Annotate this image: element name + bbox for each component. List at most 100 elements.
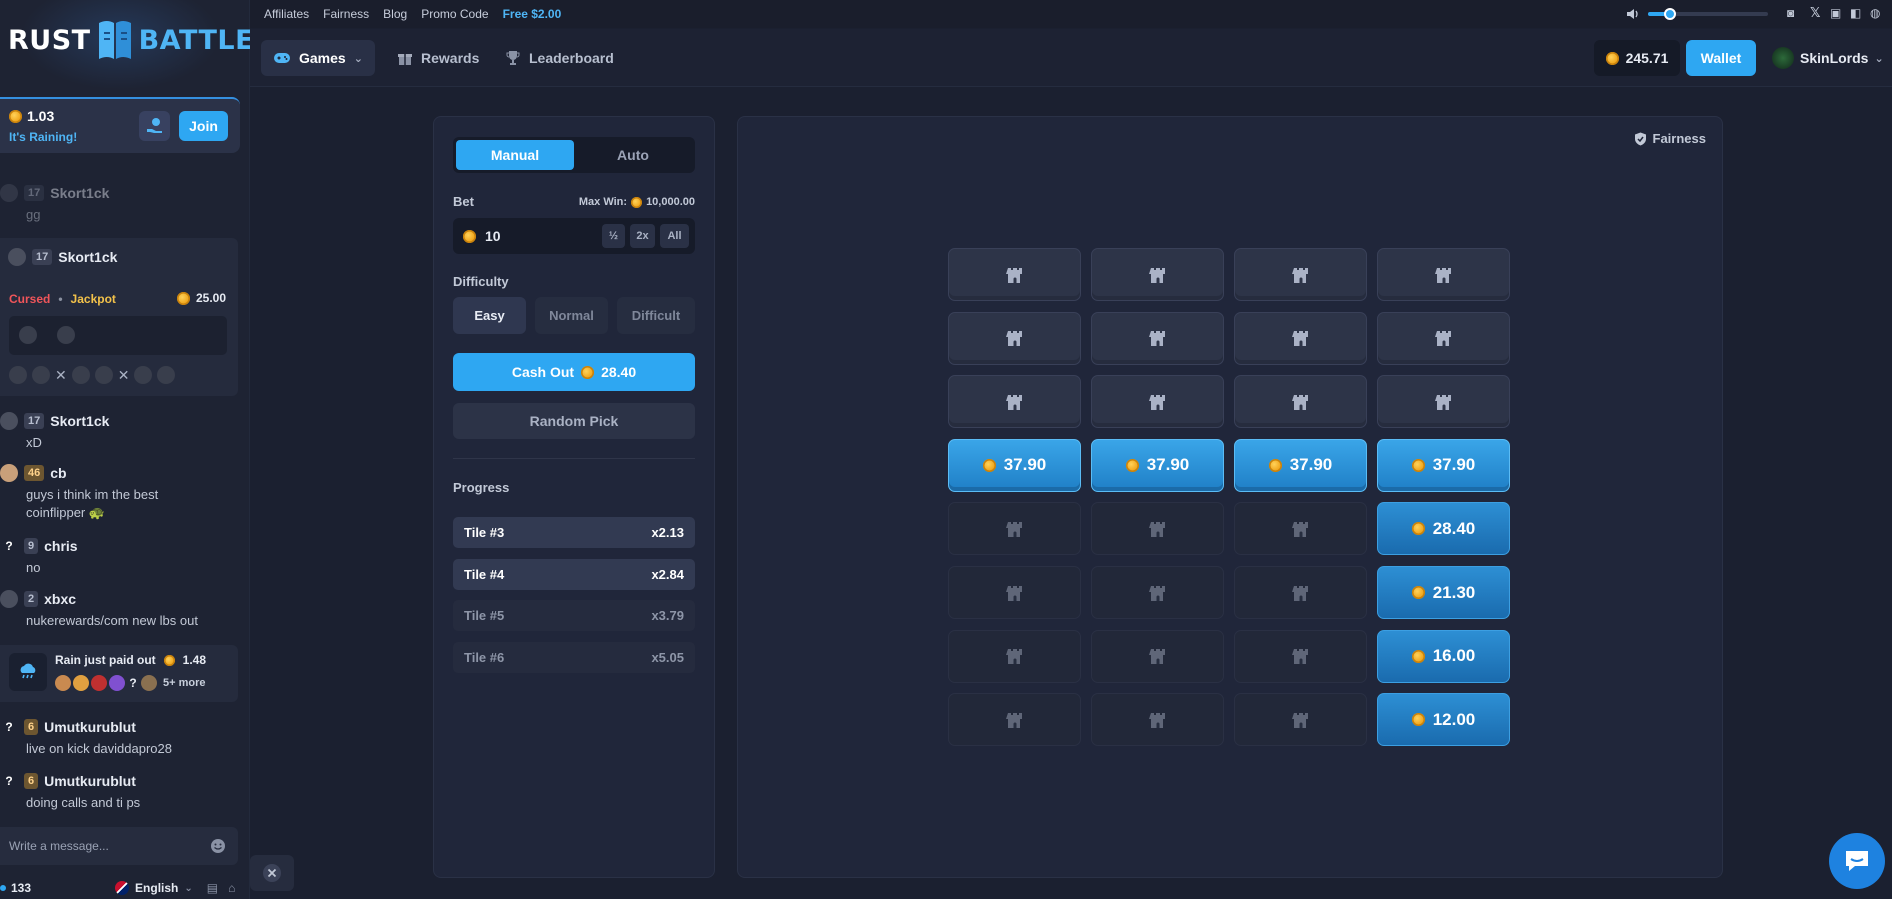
volume-slider-handle[interactable]	[1664, 8, 1676, 20]
emoji-icon[interactable]	[210, 838, 226, 857]
tower-tile: 28.40	[1377, 502, 1510, 556]
avatar[interactable]	[8, 248, 26, 266]
tower-tile[interactable]	[1091, 248, 1224, 301]
promo-code-link[interactable]: Promo Code	[421, 7, 488, 21]
tower-tile: 21.30	[1377, 566, 1510, 619]
tower-tile[interactable]	[948, 248, 1081, 301]
fairness-button[interactable]: Fairness	[1634, 131, 1706, 146]
blog-link[interactable]: Blog	[383, 7, 407, 21]
tower-tile[interactable]	[1091, 311, 1224, 365]
chat-username[interactable]: Skort1ck	[50, 413, 109, 429]
volume-icon[interactable]	[1626, 7, 1640, 26]
progress-multiplier: x2.13	[651, 525, 684, 540]
tower-tile[interactable]	[948, 375, 1081, 429]
castle-icon	[1291, 646, 1311, 666]
rain-amount: 1.03	[9, 108, 54, 124]
chat-text: gg	[26, 207, 41, 222]
rain-paid-amount: 1.48	[182, 653, 207, 667]
language-label: English	[135, 881, 179, 895]
chat-username[interactable]: chris	[44, 538, 77, 554]
avatar-placeholder-icon[interactable]: ?	[0, 772, 18, 790]
rain-paid-more: 5+ more	[163, 677, 206, 689]
twitch-icon[interactable]: ▣	[1830, 6, 1841, 20]
shield-check-icon	[1634, 132, 1646, 145]
rain-join-button[interactable]: Join	[179, 111, 228, 141]
avatar[interactable]	[0, 464, 18, 482]
chat-username[interactable]: Umutkurublut	[44, 719, 136, 735]
progress-row: Tile #5 x3.79	[453, 600, 695, 631]
tower-tile[interactable]	[1377, 375, 1510, 429]
tile-value: 37.90	[1146, 455, 1190, 475]
leaderboard-nav-button[interactable]: Leaderboard	[493, 40, 626, 76]
user-menu[interactable]: SkinLords ⌄	[1772, 40, 1884, 76]
online-count: 133	[11, 881, 32, 895]
bet-all-button[interactable]: All	[660, 224, 689, 248]
language-select[interactable]: English ⌄	[115, 881, 193, 895]
random-pick-button[interactable]: Random Pick	[453, 403, 695, 439]
x-twitter-icon[interactable]: 𝕏	[1810, 5, 1820, 21]
logo[interactable]: RUST BATTLE	[8, 18, 254, 62]
discord-icon[interactable]: ◙	[1787, 6, 1794, 20]
bet-amount-input[interactable]: 10	[453, 218, 695, 254]
chat-input[interactable]: Write a message...	[0, 827, 238, 865]
chat-username[interactable]: xbxc	[44, 591, 76, 607]
difficulty-difficult-button[interactable]: Difficult	[617, 297, 695, 334]
tower-tile	[1091, 502, 1224, 556]
avatar-placeholder-icon[interactable]: ?	[0, 718, 18, 736]
fairness-link[interactable]: Fairness	[323, 7, 369, 21]
auto-mode-tab[interactable]: Auto	[574, 140, 692, 170]
games-menu-button[interactable]: Games ⌄	[261, 40, 375, 76]
tower-tile[interactable]	[1234, 311, 1367, 365]
chat-username[interactable]: Skort1ck	[50, 185, 109, 201]
tower-tile[interactable]	[1377, 311, 1510, 365]
chat-bubble-icon	[1846, 851, 1868, 871]
avatar-placeholder-icon[interactable]: ?	[0, 537, 18, 555]
tile-value: 28.40	[1432, 518, 1476, 538]
difficulty-normal-button[interactable]: Normal	[535, 297, 608, 334]
free-bonus-link[interactable]: Free $2.00	[503, 7, 562, 21]
tower-tile: 37.90	[1377, 438, 1510, 492]
bet-double-button[interactable]: 2x	[630, 224, 655, 248]
top-links-bar: Affiliates Fairness Blog Promo Code Free…	[250, 0, 1892, 28]
tower-tile[interactable]	[1234, 375, 1367, 429]
chat-game-share[interactable]: 17 Skort1ck Cursed • Jackpot 25.00 ✕ ✕	[0, 238, 238, 396]
mode-switch: Manual Auto	[453, 137, 695, 173]
manual-mode-tab[interactable]: Manual	[456, 140, 574, 170]
tower-tile[interactable]	[1377, 248, 1510, 301]
bet-amount-value: 10	[485, 228, 501, 244]
chat-message: ? 6 Umutkurublut doing calls and ti ps	[0, 772, 240, 812]
avatar[interactable]	[0, 412, 18, 430]
leaderboard-label: Leaderboard	[529, 50, 614, 66]
progress-row: Tile #4 x2.84	[453, 558, 695, 590]
settings-icon[interactable]: ⌂	[228, 881, 235, 895]
balance-display[interactable]: 245.71	[1594, 40, 1680, 76]
rain-tip-button[interactable]	[139, 111, 170, 141]
tower-tile[interactable]	[1091, 375, 1224, 429]
difficulty-easy-button[interactable]: Easy	[453, 297, 526, 334]
chat-username[interactable]: Skort1ck	[58, 249, 117, 265]
versus-x-icon: ✕	[55, 366, 67, 383]
chat-text: no	[26, 560, 41, 575]
tower-tile	[1234, 693, 1367, 747]
chat-username[interactable]: cb	[50, 465, 66, 481]
bet-half-button[interactable]: ½	[602, 224, 625, 248]
rules-icon[interactable]: ▤	[207, 881, 218, 895]
support-chat-button[interactable]	[1829, 833, 1885, 889]
chat-toggle-button[interactable]	[250, 855, 294, 891]
rewards-nav-button[interactable]: Rewards	[385, 40, 491, 76]
tower-tile[interactable]	[1234, 248, 1367, 301]
affiliates-link[interactable]: Affiliates	[264, 7, 309, 21]
steam-icon[interactable]: ◍	[1870, 6, 1880, 20]
castle-icon	[1291, 265, 1311, 285]
avatar[interactable]	[0, 184, 18, 202]
kick-icon[interactable]: ◧	[1850, 6, 1861, 20]
chat-username[interactable]: Umutkurublut	[44, 773, 136, 789]
chat-message: ? 6 Umutkurublut live on kick daviddapro…	[0, 718, 240, 758]
level-badge: 2	[24, 591, 39, 607]
avatar[interactable]	[0, 590, 18, 608]
tower-tile[interactable]	[948, 311, 1081, 365]
wallet-button[interactable]: Wallet	[1686, 40, 1756, 76]
cash-out-button[interactable]: Cash Out 28.40	[453, 353, 695, 391]
castle-icon	[1434, 265, 1454, 285]
volume-slider[interactable]	[1648, 8, 1768, 20]
